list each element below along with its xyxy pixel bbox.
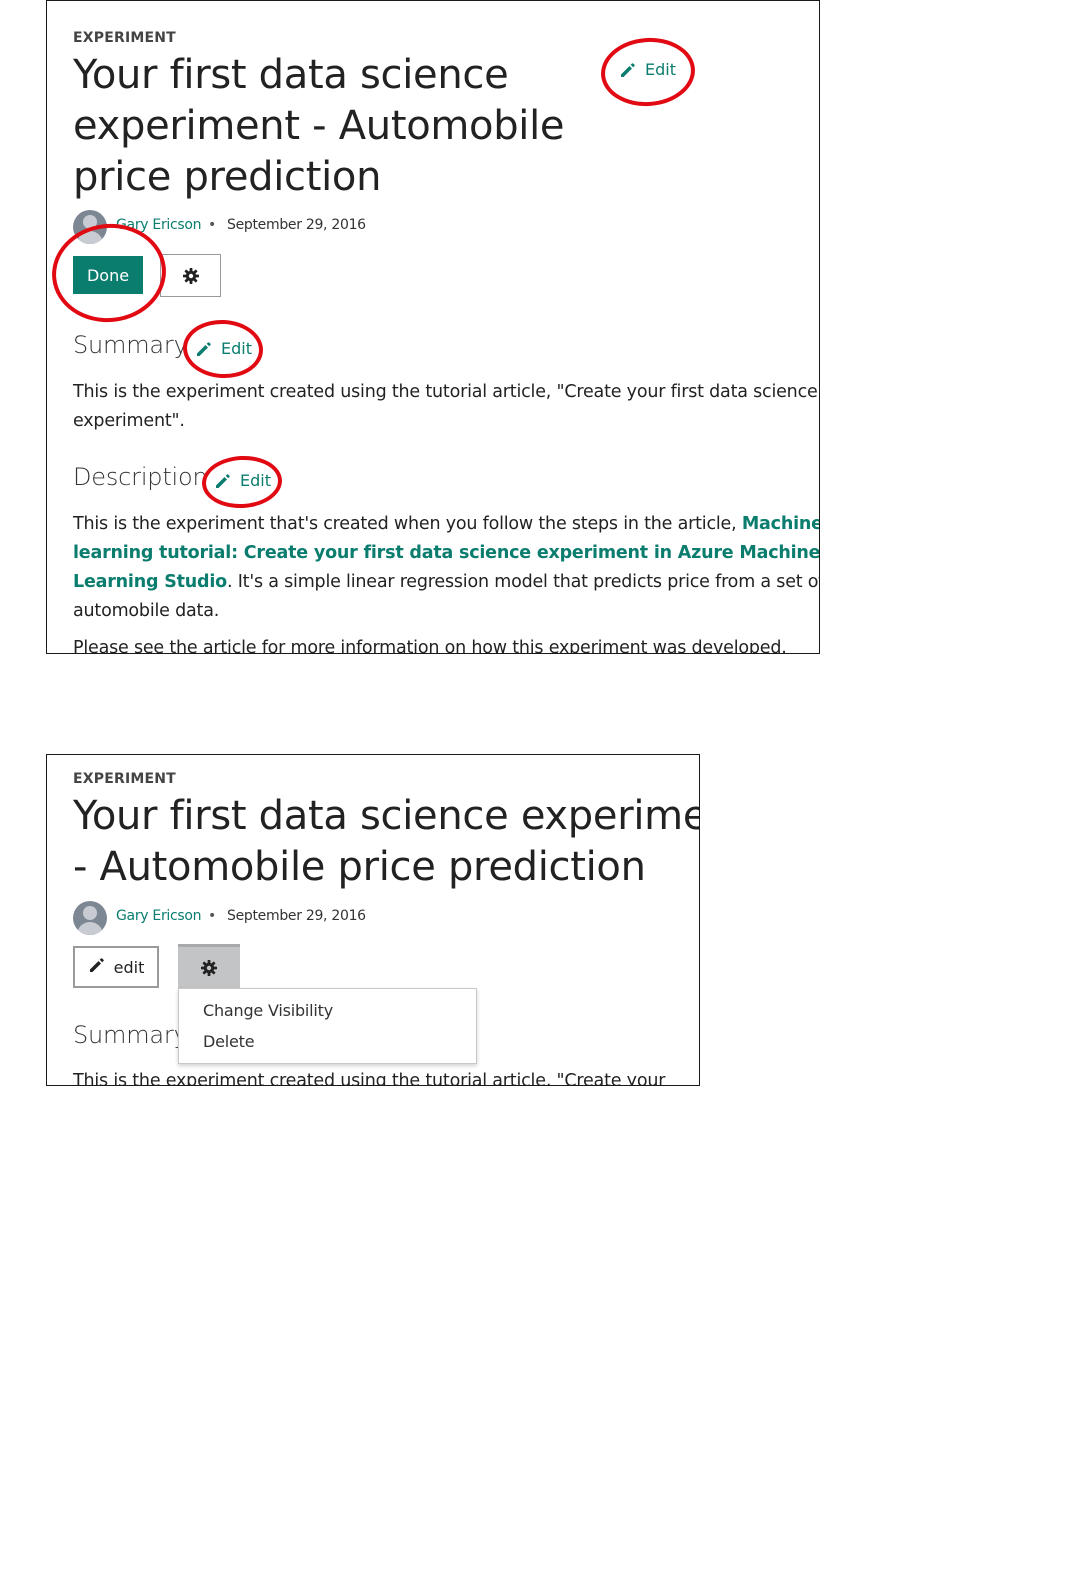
summary-text-partial: This is the experiment created using the… <box>73 1071 666 1086</box>
meta-separator: • <box>208 908 217 924</box>
summary-heading: Summary <box>73 331 188 359</box>
edit-button-label: edit <box>113 957 145 977</box>
title-line: Your first data science <box>73 52 509 98</box>
settings-button[interactable] <box>160 254 221 297</box>
pencil-icon <box>214 472 232 490</box>
pencil-icon <box>619 61 637 79</box>
title-line: price prediction <box>73 154 382 200</box>
publish-date: September 29, 2016 <box>227 908 366 924</box>
settings-button[interactable] <box>178 944 240 988</box>
title-line: experiment - Automobile <box>73 103 565 149</box>
avatar-icon <box>83 906 97 920</box>
edit-link-label: Edit <box>645 60 676 79</box>
pencil-icon <box>195 340 213 358</box>
done-button[interactable]: Done <box>73 256 143 294</box>
meta-separator: • <box>208 217 217 233</box>
avatar-icon <box>83 215 97 229</box>
experiment-details-panel-edit-mode: EXPERIMENT Your first data science exper… <box>46 0 820 654</box>
menu-item-change-visibility[interactable]: Change Visibility <box>203 1001 333 1020</box>
avatar <box>73 210 107 244</box>
summary-edit-link[interactable]: Edit <box>195 339 252 358</box>
description-heading: Description <box>73 463 208 491</box>
author-link[interactable]: Gary Ericson <box>116 217 202 233</box>
experiment-details-panel-view-mode: EXPERIMENT Your first data science exper… <box>46 754 700 1086</box>
edit-link-label: Edit <box>240 471 271 490</box>
publish-date: September 29, 2016 <box>227 217 366 233</box>
menu-item-delete[interactable]: Delete <box>203 1032 255 1051</box>
gear-icon <box>200 959 218 977</box>
description-edit-link[interactable]: Edit <box>214 471 271 490</box>
gear-icon <box>182 267 200 285</box>
article-link[interactable]: Machine <box>742 514 819 534</box>
experiment-title: Your first data science experiment - Aut… <box>73 50 565 203</box>
settings-dropdown-menu: Change Visibility Delete <box>178 988 477 1064</box>
avatar <box>73 901 107 935</box>
experiment-title: Your first data science experiment - Aut… <box>73 791 700 893</box>
edit-button[interactable]: edit <box>73 946 159 988</box>
description-text: This is the experiment that's created wh… <box>73 510 819 653</box>
author-link[interactable]: Gary Ericson <box>116 908 202 924</box>
article-link[interactable]: Learning Studio <box>73 572 227 592</box>
title-edit-link[interactable]: Edit <box>619 60 676 79</box>
edit-link-label: Edit <box>221 339 252 358</box>
article-link[interactable]: learning tutorial: Create your first dat… <box>73 543 819 563</box>
title-line: - Automobile price prediction <box>73 844 646 890</box>
title-line: Your first data science experiment <box>73 793 700 839</box>
eyebrow-label: EXPERIMENT <box>73 771 176 787</box>
summary-heading: Summary <box>73 1021 188 1049</box>
eyebrow-label: EXPERIMENT <box>73 30 176 46</box>
pencil-icon <box>88 956 106 978</box>
summary-text: This is the experiment created using the… <box>73 382 818 431</box>
